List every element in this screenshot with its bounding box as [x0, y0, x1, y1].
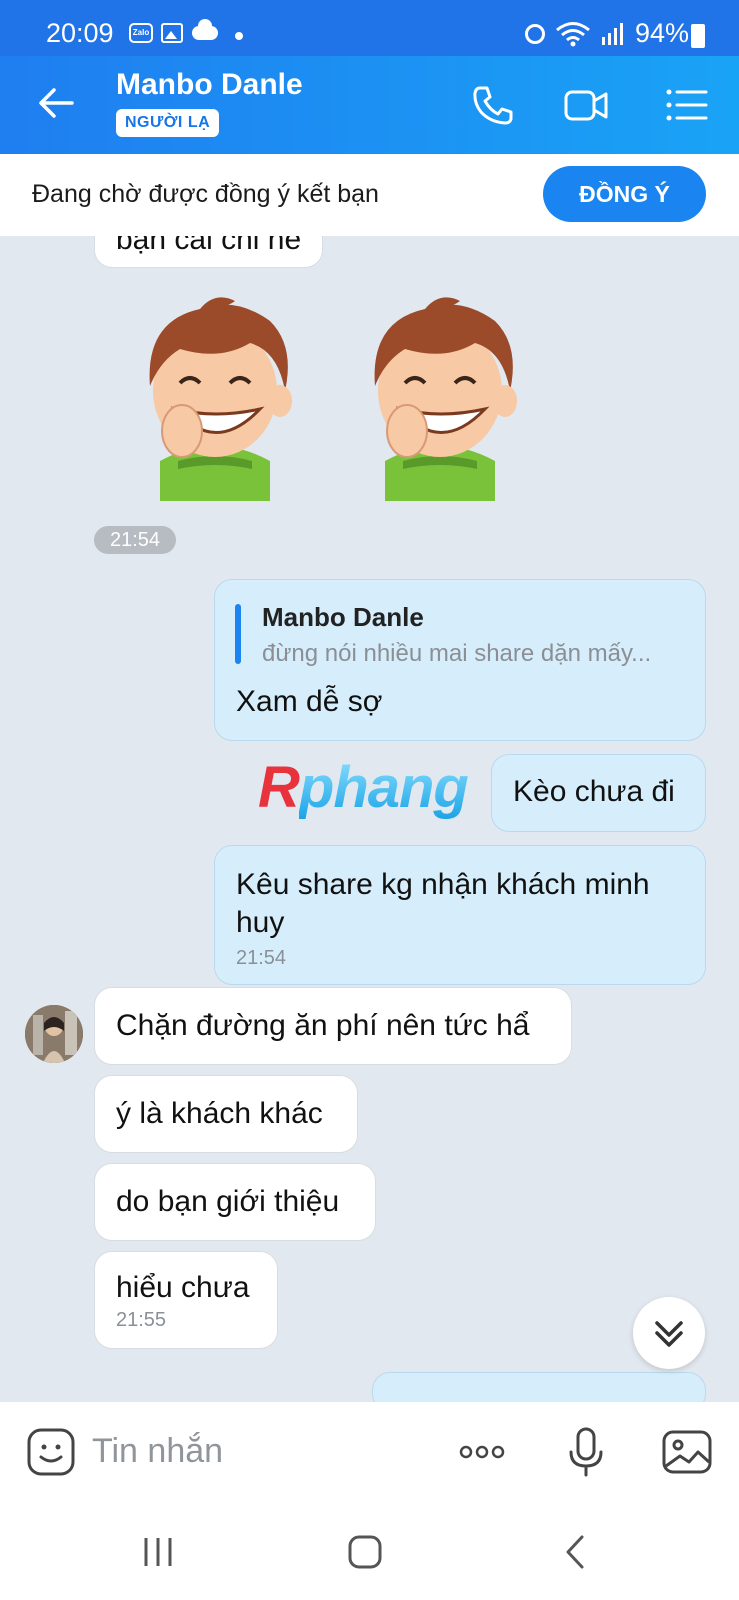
sticker-laughing-boy[interactable] [345, 291, 535, 501]
quote-sender: Manbo Danle [262, 602, 424, 632]
message-time: 21:55 [116, 1309, 167, 1331]
message-text: Chặn đường ăn phí nên tức hẩ [116, 1009, 530, 1042]
message-bubble[interactable]: do bạn giới thiệu [94, 1163, 376, 1241]
message-bubble-partial[interactable]: bạn cái chỉ nè [94, 236, 324, 268]
phone-icon[interactable] [470, 82, 516, 128]
accept-friend-button[interactable]: ĐỒNG Ý [543, 166, 706, 222]
message-input[interactable] [92, 1426, 432, 1476]
back-arrow-icon[interactable] [36, 83, 76, 123]
status-bar: 20:09 Zalo 94% [0, 0, 739, 56]
contact-avatar[interactable] [25, 1005, 83, 1063]
chat-area[interactable]: bạn cái chỉ nè 21:54 Manbo Danle đừng nó… [0, 236, 739, 1402]
status-time: 20:09 [46, 18, 114, 48]
friend-request-text: Đang chờ được đồng ý kết bạn [32, 180, 379, 208]
wifi-icon [555, 21, 591, 47]
video-call-icon[interactable] [563, 82, 609, 128]
time-divider: 21:54 [94, 526, 176, 554]
watermark-logo: Rphang [258, 755, 469, 820]
message-bubble[interactable]: Kèo chưa đi [491, 754, 706, 832]
double-chevron-down-icon [655, 1321, 683, 1347]
status-right: 94% [524, 18, 689, 49]
gallery-icon [161, 23, 183, 43]
menu-icon[interactable] [664, 82, 710, 128]
chat-header: Manbo Danle NGƯỜI LẠ [0, 56, 739, 154]
battery-icon [691, 24, 705, 48]
sticker-smiley-icon[interactable] [25, 1426, 77, 1478]
friend-request-bar: Đang chờ được đồng ý kết bạn ĐỒNG Ý [0, 154, 739, 236]
stranger-badge: NGƯỜI LẠ [116, 109, 220, 137]
message-bubble[interactable]: hiểu chưa 21:55 [94, 1251, 278, 1349]
sticker-laughing-boy[interactable] [120, 291, 310, 501]
more-options-icon[interactable] [456, 1426, 508, 1478]
message-text: hiểu chưa [116, 1271, 250, 1304]
message-bubble-partial[interactable] [372, 1372, 706, 1402]
quote-indicator [235, 604, 241, 664]
quote-text: đừng nói nhiều mai share dặn mấy... [262, 640, 652, 667]
message-text: Kêu share kg nhận khách minh huy [236, 868, 650, 939]
notification-dot-icon [235, 32, 243, 40]
zalo-icon: Zalo [129, 23, 153, 43]
message-text: Kèo chưa đi [513, 775, 675, 808]
scroll-to-bottom-button[interactable] [633, 1297, 705, 1369]
message-text: ý là khách khác [116, 1097, 323, 1130]
battery-percent: 94% [634, 18, 689, 48]
message-bubble[interactable]: Chặn đường ăn phí nên tức hẩ [94, 987, 572, 1065]
microphone-icon[interactable] [560, 1426, 612, 1478]
message-composer [0, 1402, 739, 1500]
message-bubble[interactable]: ý là khách khác [94, 1075, 358, 1153]
contact-name[interactable]: Manbo Danle [116, 68, 303, 102]
alarm-icon [524, 23, 545, 44]
system-navigation-bar [0, 1500, 739, 1600]
system-back-icon[interactable] [556, 1532, 596, 1572]
reply-message-bubble[interactable]: Manbo Danle đừng nói nhiều mai share dặn… [214, 579, 706, 741]
message-text: bạn cái chỉ nè [116, 236, 302, 256]
cloud-icon [192, 19, 218, 40]
signal-icon [601, 22, 625, 45]
message-time: 21:54 [236, 947, 287, 969]
message-text: Xam dễ sợ [236, 685, 383, 718]
recent-apps-icon[interactable] [138, 1532, 178, 1572]
home-icon[interactable] [345, 1532, 385, 1572]
message-text: do bạn giới thiệu [116, 1185, 340, 1218]
message-bubble[interactable]: Kêu share kg nhận khách minh huy 21:54 [214, 845, 706, 985]
image-picker-icon[interactable] [661, 1426, 713, 1478]
